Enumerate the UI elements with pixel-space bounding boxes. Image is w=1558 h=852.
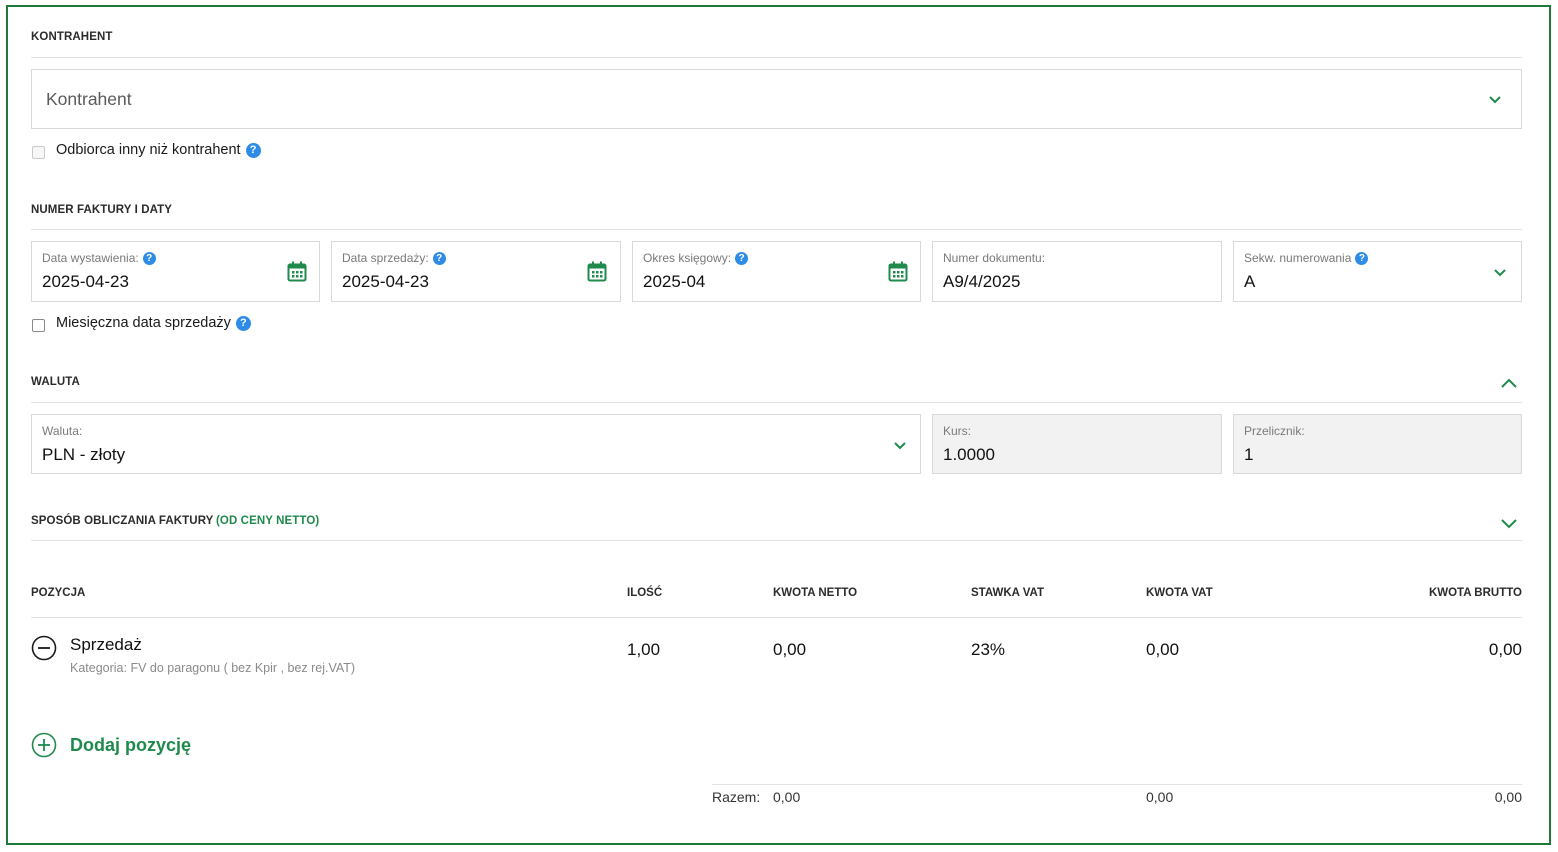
totals-vat: 0,00: [1146, 789, 1174, 805]
divider: [31, 57, 1522, 58]
chevron-down-icon[interactable]: [894, 442, 906, 450]
item-vat: 0,00: [1146, 640, 1180, 659]
monthly-sale-date-label-row: Miesięczna data sprzedaży ?: [56, 315, 251, 331]
sale-date-field[interactable]: Data sprzedaży:? 2025-04-23: [331, 241, 621, 302]
divider: [712, 784, 1522, 785]
currency-value: PLN - złoty: [42, 445, 126, 464]
item-net[interactable]: 0,00: [773, 640, 806, 660]
issue-date-label-row: Data wystawienia:?: [42, 251, 156, 265]
help-icon[interactable]: ?: [432, 251, 446, 265]
issue-date-field[interactable]: Data wystawienia:? 2025-04-23: [31, 241, 320, 302]
numbering-sequence-label: Sekw. numerowania: [1244, 251, 1352, 265]
monthly-sale-date-label: Miesięczna data sprzedaży: [56, 315, 231, 331]
divider: [31, 229, 1522, 230]
item-vat-rate[interactable]: 23%: [971, 640, 1005, 660]
accounting-period-label-row: Okres księgowy:?: [643, 251, 749, 265]
exchange-rate-field: Kurs: 1.0000: [932, 414, 1222, 474]
column-header-net: KWOTA NETTO: [773, 587, 858, 599]
contractor-select-placeholder: Kontrahent: [46, 89, 132, 109]
sale-date-label-row: Data sprzedaży:?: [342, 251, 446, 265]
issue-date-value: 2025-04-23: [42, 272, 129, 291]
contractor-select[interactable]: Kontrahent: [31, 69, 1522, 129]
chevron-up-icon[interactable]: [1501, 378, 1517, 388]
help-icon[interactable]: ?: [142, 251, 156, 265]
item-gross[interactable]: 0,00: [1489, 640, 1522, 660]
currency-section-title: WALUTA: [31, 376, 80, 388]
exchange-rate-value: 1.0000: [943, 445, 995, 464]
totals-net: 0,00: [773, 789, 801, 805]
column-header-vat-rate: STAWKA VAT: [971, 587, 1045, 599]
column-header-gross: KWOTA BRUTTO: [1428, 587, 1522, 599]
numbers-section-title: NUMER FAKTURY I DATY: [31, 204, 173, 216]
other-recipient-label-row: Odbiorca inny niż kontrahent ?: [56, 142, 261, 158]
numbering-sequence-value: A: [1244, 272, 1256, 291]
item-name[interactable]: Sprzedaż: [70, 635, 142, 655]
calendar-icon[interactable]: [287, 261, 307, 282]
calc-section-title: SPOSÓB OBLICZANIA FAKTURY: [31, 515, 214, 527]
totals-gross: 0,00: [1494, 789, 1522, 805]
calendar-icon[interactable]: [587, 261, 607, 282]
numbering-sequence-select[interactable]: Sekw. numerowania? A: [1233, 241, 1522, 302]
divider: [31, 540, 1522, 541]
contractor-section-title: KONTRAHENT: [31, 31, 113, 43]
divider: [31, 617, 1522, 618]
currency-select[interactable]: Waluta: PLN - złoty: [31, 414, 921, 474]
document-number-field[interactable]: Numer dokumentu: A9/4/2025: [932, 241, 1222, 302]
other-recipient-checkbox[interactable]: [32, 146, 45, 159]
monthly-sale-date-checkbox[interactable]: [32, 319, 45, 332]
add-circle-icon: [31, 732, 57, 758]
converter-label: Przelicznik:: [1244, 424, 1305, 438]
accounting-period-label: Okres księgowy:: [643, 251, 732, 265]
calendar-icon[interactable]: [888, 261, 908, 282]
help-icon[interactable]: ?: [735, 251, 749, 265]
converter-field: Przelicznik: 1: [1233, 414, 1522, 474]
issue-date-label: Data wystawienia:: [42, 251, 139, 265]
add-item-label: Dodaj pozycję: [70, 734, 192, 755]
exchange-rate-label: Kurs:: [943, 424, 972, 438]
chevron-down-icon[interactable]: [1501, 519, 1517, 529]
column-header-quantity: ILOŚĆ: [627, 587, 663, 599]
help-icon[interactable]: ?: [1355, 251, 1369, 265]
converter-value: 1: [1244, 445, 1254, 464]
sale-date-label: Data sprzedaży:: [342, 251, 429, 265]
remove-circle-icon[interactable]: [31, 635, 57, 661]
divider: [31, 402, 1522, 403]
chevron-down-icon[interactable]: [1494, 269, 1506, 277]
column-header-position: POZYCJA: [31, 587, 86, 599]
add-item-button[interactable]: Dodaj pozycję: [31, 732, 191, 758]
numbering-sequence-label-row: Sekw. numerowania?: [1244, 251, 1369, 265]
help-icon[interactable]: ?: [245, 142, 261, 158]
column-header-vat: KWOTA VAT: [1146, 587, 1213, 599]
calc-mode-label: (OD CENY NETTO): [216, 515, 320, 527]
chevron-down-icon[interactable]: [1489, 96, 1501, 104]
currency-label: Waluta:: [42, 424, 83, 438]
help-icon[interactable]: ?: [235, 315, 251, 331]
accounting-period-field[interactable]: Okres księgowy:? 2025-04: [632, 241, 921, 302]
document-number-label: Numer dokumentu:: [943, 251, 1046, 265]
accounting-period-value: 2025-04: [643, 272, 706, 291]
other-recipient-label: Odbiorca inny niż kontrahent: [56, 142, 241, 158]
totals-label: Razem:: [712, 789, 761, 805]
sale-date-value: 2025-04-23: [342, 272, 429, 291]
item-quantity[interactable]: 1,00: [627, 640, 660, 660]
item-category: Kategoria: FV do paragonu ( bez Kpir , b…: [70, 661, 356, 675]
document-number-value: A9/4/2025: [943, 272, 1021, 291]
